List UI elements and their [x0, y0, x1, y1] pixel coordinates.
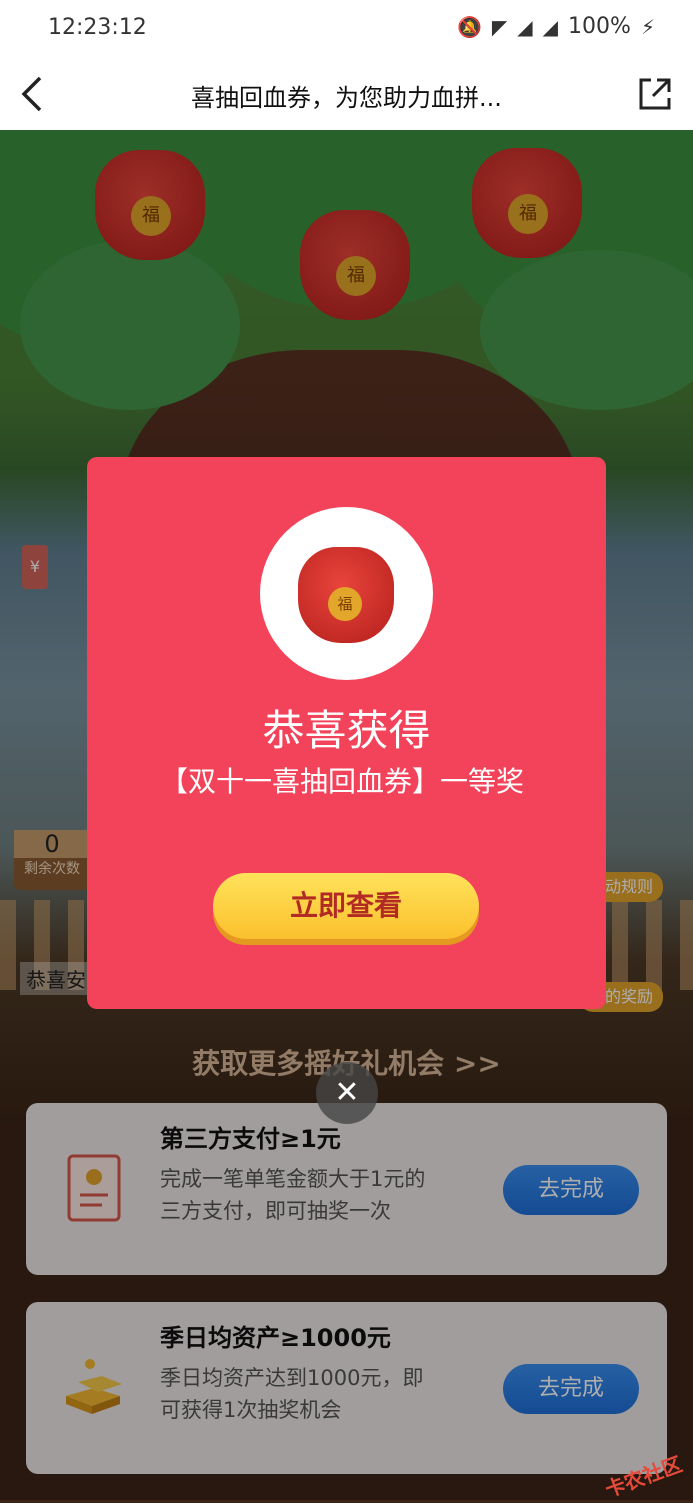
chevron-left-icon	[21, 76, 42, 112]
charging-icon: ⚡	[640, 14, 655, 39]
battery-text: 100%	[568, 14, 631, 39]
nav-bar: 喜抽回血券，为您助力血拼...	[0, 60, 693, 130]
page-title: 喜抽回血券，为您助力血拼...	[191, 84, 502, 112]
share-icon	[639, 78, 671, 110]
close-modal-button[interactable]: ✕	[316, 1062, 378, 1124]
status-bar: 12:23:12 🔕 ◤ ◢ ◢ 100% ⚡	[0, 0, 693, 60]
prize-modal: 福 恭喜获得 【双十一喜抽回血券】一等奖 立即查看	[87, 457, 606, 1009]
wifi-icon: ◤	[491, 14, 508, 39]
view-now-button[interactable]: 立即查看	[213, 873, 479, 939]
status-time: 12:23:12	[48, 15, 147, 40]
back-button[interactable]	[18, 74, 50, 114]
prize-image: 福	[260, 507, 433, 680]
mute-icon: 🔕	[456, 14, 482, 39]
close-icon: ✕	[334, 1075, 360, 1110]
signal-icon: ◢	[517, 14, 533, 39]
modal-heading: 恭喜获得	[262, 706, 431, 755]
lucky-bag-icon: 福	[298, 547, 394, 643]
status-icons: 🔕 ◤ ◢ ◢ 100% ⚡	[457, 14, 655, 39]
prize-name: 【双十一喜抽回血券】一等奖	[160, 765, 525, 798]
bag-label: 福	[328, 587, 362, 621]
share-button[interactable]	[635, 74, 675, 114]
signal-icon: ◢	[542, 14, 559, 39]
